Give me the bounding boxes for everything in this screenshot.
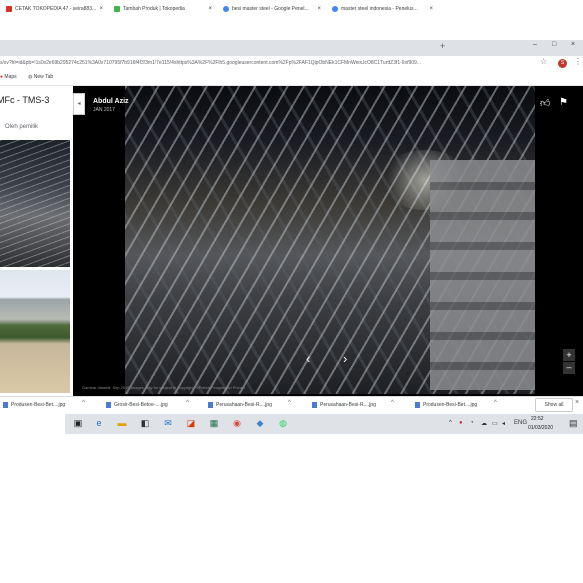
language-indicator[interactable]: ENG: [514, 420, 527, 426]
antivirus-icon[interactable]: ●: [459, 420, 463, 426]
office-icon[interactable]: ◪: [185, 417, 197, 430]
onedrive-icon[interactable]: ☁: [481, 420, 487, 427]
google-icon: [332, 5, 338, 12]
photo-credits: Gambar diambil: Sep 2016 Images may be s…: [82, 385, 245, 390]
image-file-icon: [106, 401, 111, 408]
chrome-icon[interactable]: ◉: [231, 417, 243, 430]
previous-photo-button[interactable]: ‹: [306, 351, 310, 366]
edge-icon[interactable]: e: [93, 417, 105, 430]
plus-icon[interactable]: +: [440, 41, 445, 51]
photo-author[interactable]: Abdul Aziz: [93, 98, 129, 105]
app-icon[interactable]: ◆: [254, 417, 266, 430]
network-icon[interactable]: ◔: [470, 420, 474, 426]
more-menu-icon[interactable]: ⋮: [574, 57, 582, 66]
owner-photos-label[interactable]: Oleh pemilik: [5, 124, 38, 130]
download-item[interactable]: Produsen-Besi-Bet....jpg: [3, 400, 65, 410]
chevron-up-icon[interactable]: ^: [391, 400, 394, 406]
photo-thumbnail[interactable]: [0, 270, 70, 393]
tokopedia-icon: [114, 5, 120, 12]
next-photo-button[interactable]: ›: [343, 351, 347, 366]
photo-thumbnail[interactable]: [0, 140, 70, 267]
task-view-icon[interactable]: ▣: [72, 417, 84, 430]
download-item[interactable]: Produsen-Besi-Bet....jpg: [415, 400, 477, 410]
browser-tab[interactable]: CETAK TOKOPEDIA 47 - seira883... ×: [2, 2, 106, 16]
zoom-out-button[interactable]: –: [563, 362, 575, 374]
file-explorer-icon[interactable]: ▬: [116, 417, 128, 430]
browser-tab[interactable]: Tambah Produk | Tokopedia ×: [110, 2, 215, 16]
chevron-up-icon[interactable]: ^: [494, 400, 497, 406]
maps-pin-icon: ●: [0, 74, 4, 80]
clock-date[interactable]: 01/03/2020: [528, 425, 553, 431]
close-tab-icon[interactable]: ×: [99, 2, 103, 16]
volume-icon[interactable]: ◂: [502, 420, 505, 427]
battery-icon[interactable]: ▭: [492, 420, 498, 427]
browser-tab[interactable]: besi master steel - Google Penel... ×: [219, 2, 324, 16]
profile-avatar[interactable]: S: [558, 59, 567, 68]
gmail-icon: [6, 5, 12, 12]
browser-tab-active[interactable]: master steel indonesia - Penelus... ×: [328, 2, 436, 16]
bookmark-maps[interactable]: ● Maps: [0, 73, 17, 81]
url-field[interactable]: s/sv?hl=id&pb=!1s0x2e69b295274c251%3A0x7…: [0, 59, 530, 68]
download-item[interactable]: Perusahaan-Besi-R....jpg: [312, 400, 376, 410]
maximize-button[interactable]: □: [552, 41, 556, 48]
zoom-in-button[interactable]: +: [563, 349, 575, 361]
thumbs-up-icon[interactable]: 👍︎: [540, 97, 550, 109]
whatsapp-icon[interactable]: ◍: [277, 417, 289, 430]
clock-time[interactable]: 22:52: [531, 416, 544, 422]
bookmark-new-tab[interactable]: ◍ New Tab: [28, 73, 53, 81]
image-file-icon: [312, 401, 317, 408]
close-tab-icon[interactable]: ×: [429, 2, 433, 16]
mail-icon[interactable]: ✉: [162, 417, 174, 430]
close-window-button[interactable]: ×: [571, 41, 575, 48]
globe-icon: ◍: [28, 74, 33, 80]
collapse-panel-button[interactable]: ◂: [73, 93, 85, 115]
close-icon[interactable]: ×: [575, 399, 579, 406]
minimize-button[interactable]: –: [533, 41, 537, 48]
notifications-icon[interactable]: ▤: [569, 418, 578, 429]
close-tab-icon[interactable]: ×: [208, 2, 212, 16]
star-icon[interactable]: ☆: [540, 57, 547, 66]
image-file-icon: [415, 401, 420, 408]
place-title: MFc - TMS-3: [0, 95, 50, 105]
photo-date: JAN 2017: [93, 107, 115, 113]
chevron-up-icon[interactable]: ^: [288, 400, 291, 406]
excel-icon[interactable]: ▦: [208, 417, 220, 430]
chevron-up-icon[interactable]: ^: [186, 400, 189, 406]
chevron-up-icon[interactable]: ^: [82, 400, 85, 406]
download-item[interactable]: Grosir-Besi-Betoe-....jpg: [106, 400, 168, 410]
store-icon[interactable]: ◧: [139, 417, 151, 430]
image-file-icon: [208, 401, 213, 408]
taskbar-search[interactable]: [0, 414, 65, 434]
download-item[interactable]: Perusahaan-Besi-R....jpg: [208, 400, 272, 410]
bookmarks-bar: [0, 71, 583, 86]
show-all-button[interactable]: Show all: [535, 398, 573, 412]
close-tab-icon[interactable]: ×: [317, 2, 321, 16]
chevron-up-icon[interactable]: ^: [449, 420, 452, 426]
google-icon: [223, 5, 229, 12]
image-file-icon: [3, 401, 8, 408]
tab-strip: [0, 40, 583, 56]
flag-icon[interactable]: ⚑: [559, 97, 568, 108]
photo-steel-blocks: [430, 160, 535, 390]
